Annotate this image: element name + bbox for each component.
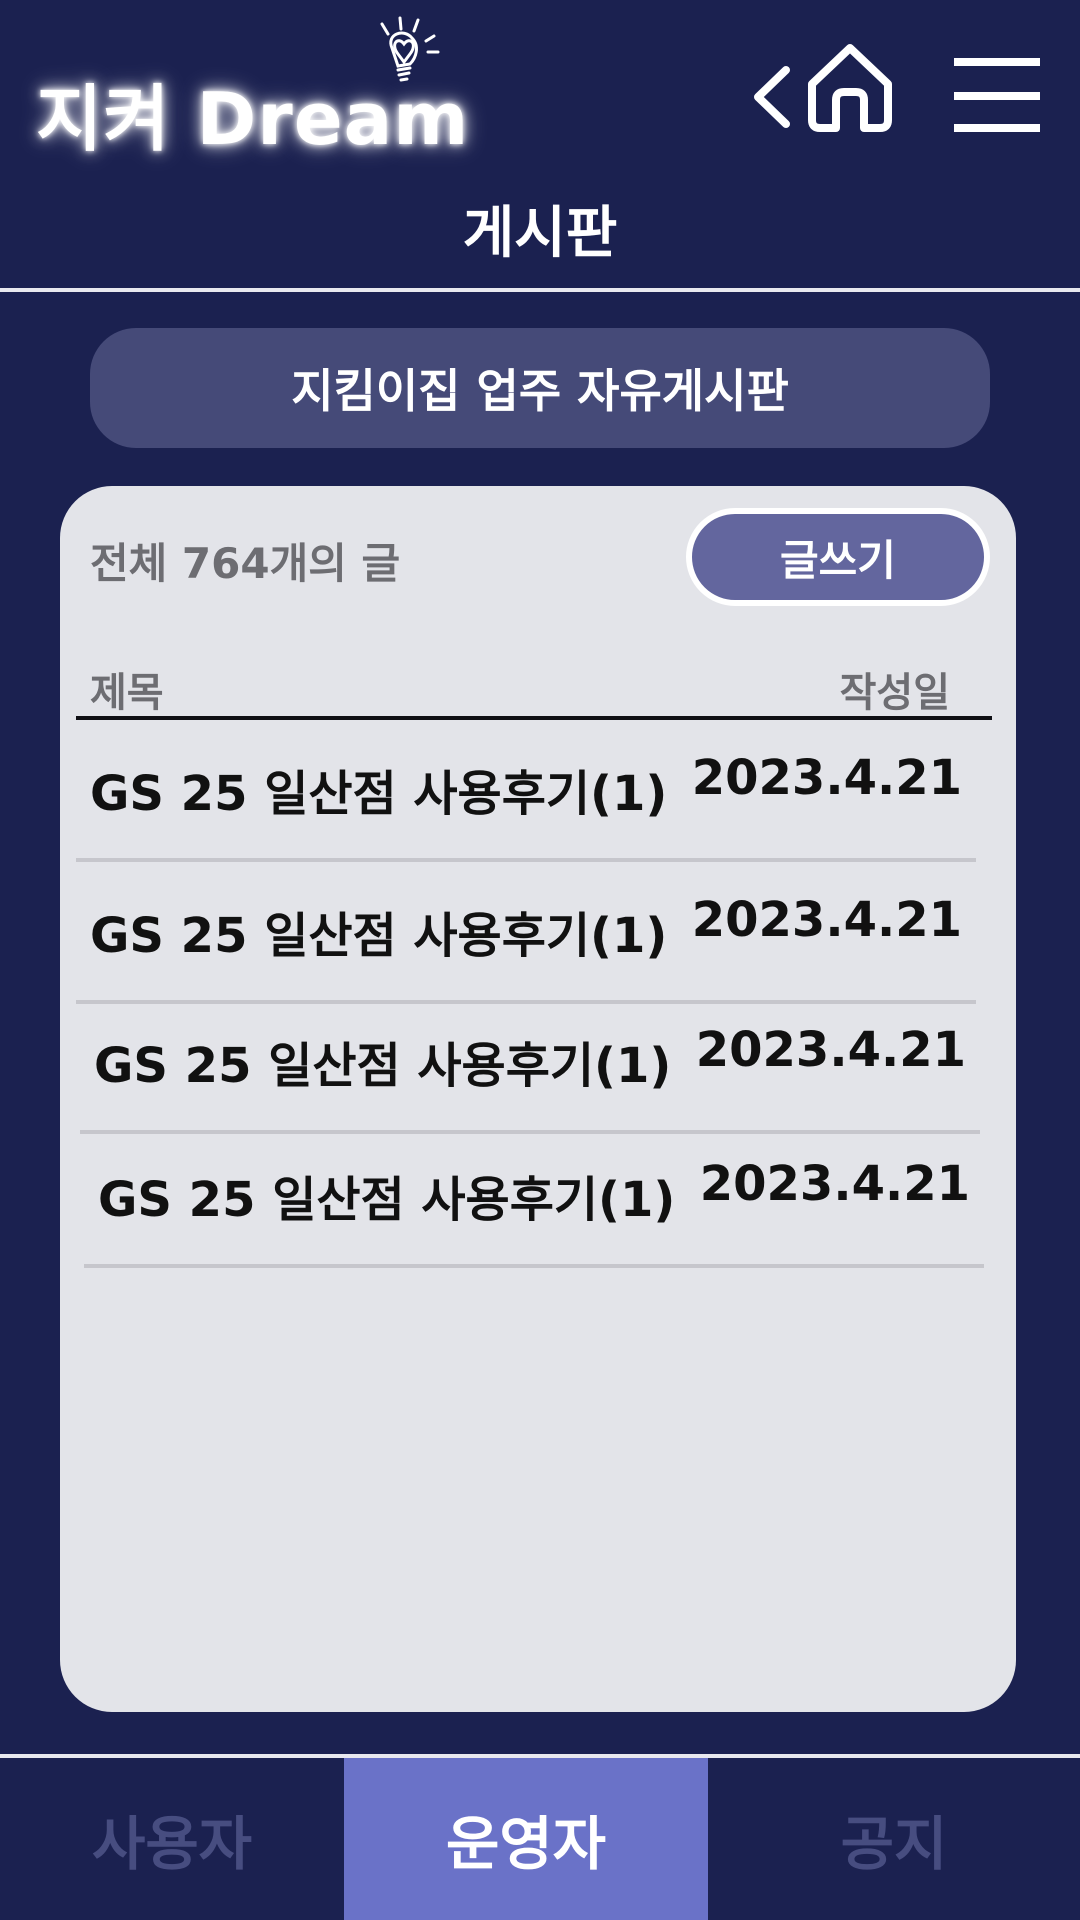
post-row[interactable]: GS 25 일산점 사용후기(1) 2023.4.21 — [76, 862, 976, 1004]
hamburger-menu-icon[interactable] — [954, 56, 1040, 134]
post-list-card: 전체 764개의 글 글쓰기 제목 작성일 GS 25 일산점 사용후기(1) … — [60, 486, 1016, 1712]
page-title: 게시판 — [462, 201, 618, 266]
nav-tab-user[interactable]: 사용자 — [0, 1758, 344, 1920]
post-date: 2023.4.21 — [691, 892, 962, 948]
lightbulb-heart-icon — [380, 16, 440, 82]
chevron-left-icon[interactable] — [748, 62, 794, 132]
post-row[interactable]: GS 25 일산점 사용후기(1) 2023.4.21 — [76, 720, 976, 862]
nav-tab-operator[interactable]: 운영자 — [344, 1758, 708, 1920]
post-title: GS 25 일산점 사용후기(1) — [98, 1172, 676, 1228]
board-name-banner: 지킴이집 업주 자유게시판 — [90, 328, 990, 448]
column-header-date: 작성일 — [839, 670, 950, 716]
column-header-title: 제목 — [90, 670, 164, 716]
post-count-label: 전체 764개의 글 — [90, 539, 401, 588]
post-date: 2023.4.21 — [695, 1022, 966, 1078]
post-title: GS 25 일산점 사용후기(1) — [90, 766, 668, 822]
post-title: GS 25 일산점 사용후기(1) — [90, 908, 668, 964]
header-divider — [0, 288, 1080, 292]
post-date: 2023.4.21 — [691, 750, 962, 806]
post-title: GS 25 일산점 사용후기(1) — [94, 1038, 672, 1094]
bottom-nav: 사용자 운영자 공지 — [0, 1758, 1080, 1920]
home-icon[interactable] — [800, 36, 900, 136]
post-date: 2023.4.21 — [699, 1156, 970, 1212]
nav-tab-notice[interactable]: 공지 — [708, 1758, 1080, 1920]
write-post-button[interactable]: 글쓰기 — [686, 508, 990, 606]
post-row[interactable]: GS 25 일산점 사용후기(1) 2023.4.21 — [84, 1126, 984, 1268]
post-row[interactable]: GS 25 일산점 사용후기(1) 2023.4.21 — [80, 992, 980, 1134]
